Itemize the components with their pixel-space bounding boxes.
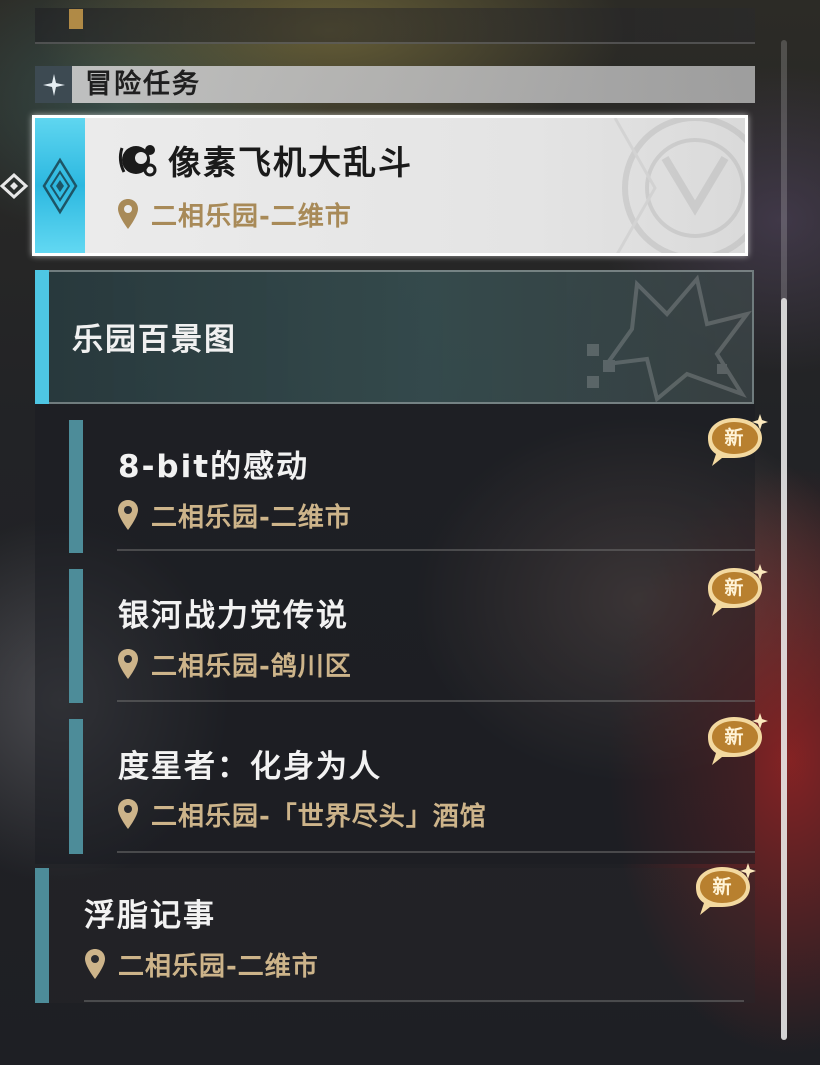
new-badge-label: 新 [724, 726, 744, 748]
previous-list-item[interactable] [35, 8, 755, 44]
divider [117, 700, 755, 702]
quest-accent-bar [69, 719, 83, 854]
quest-location: 二相乐园-二维市 [151, 503, 352, 533]
scrollbar-thumb[interactable] [781, 298, 787, 1040]
selected-quest-title: 像素飞机大乱斗 [168, 143, 413, 182]
quest-title: 8-bit的感动 [118, 449, 310, 485]
divider [117, 851, 755, 853]
category-accent-bar [35, 270, 49, 404]
quest-title: 浮脂记事 [84, 898, 216, 934]
section-title: 冒险任务 [85, 69, 201, 100]
quest-title: 度星者：化身为人 [118, 749, 382, 785]
location-pin-icon [117, 499, 139, 535]
divider [117, 549, 755, 551]
quest-accent-bar [35, 868, 49, 1003]
quest-location: 二相乐园-「世界尽头」酒馆 [151, 802, 487, 832]
quest-item[interactable] [69, 719, 755, 854]
new-badge-label: 新 [724, 427, 744, 449]
item-marker [69, 9, 83, 29]
quest-type-icon [116, 138, 160, 182]
new-badge-label: 新 [724, 577, 744, 599]
category-title: 乐园百景图 [72, 322, 237, 358]
emblem-decoration-icon [613, 118, 745, 253]
quest-accent-bar [69, 569, 83, 703]
quest-location: 二相乐园-鸽川区 [151, 652, 352, 682]
sparkle-icon [35, 66, 72, 103]
divider [84, 1000, 744, 1002]
selection-arrow-icon [0, 172, 32, 200]
quest-accent-bar [69, 420, 83, 553]
quest-location: 二相乐园-二维市 [118, 952, 319, 982]
location-pin-icon [117, 798, 139, 834]
category-emblem-icon [587, 274, 752, 402]
diamond-icon [35, 118, 85, 253]
quest-title: 银河战力党传说 [118, 598, 349, 634]
new-badge-label: 新 [712, 876, 732, 898]
location-pin-icon [117, 648, 139, 684]
location-pin-icon [84, 948, 106, 984]
selected-quest-location: 二相乐园-二维市 [151, 202, 352, 232]
location-pin-icon [117, 198, 139, 234]
